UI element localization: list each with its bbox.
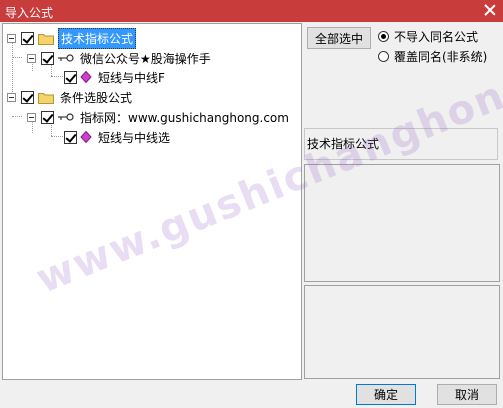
gem-icon (80, 131, 92, 143)
tree-node-label: 条件选股公式 (60, 90, 133, 105)
checkbox[interactable] (41, 51, 54, 65)
key-icon (58, 113, 74, 121)
tree-node-short-mid-f[interactable]: 短线与中线F (59, 68, 167, 86)
tree-line (12, 116, 22, 117)
tree-node-label: 微信公众号★股海操作手 (80, 51, 211, 66)
checkbox[interactable] (21, 90, 34, 104)
checkbox[interactable] (64, 130, 77, 144)
tree-node-label: 技术指标公式 (58, 27, 137, 49)
close-icon[interactable] (483, 3, 497, 17)
window-title: 导入公式 (5, 6, 54, 20)
tree-node-short-mid-select[interactable]: 短线与中线选 (59, 128, 172, 146)
tree-node-label: 短线与中线选 (98, 130, 171, 145)
gem-icon (80, 71, 92, 83)
radio-overwrite[interactable]: 覆盖同名(非系统) (378, 48, 487, 65)
tree-line (12, 57, 22, 58)
collapse-icon[interactable] (27, 53, 36, 63)
folder-icon (38, 92, 54, 104)
formula-type-label: 技术指标公式 (304, 128, 498, 160)
tree-node-wechat[interactable]: 微信公众号★股海操作手 (27, 49, 213, 67)
description-panel (304, 164, 500, 282)
checkbox[interactable] (41, 110, 54, 124)
confirm-button[interactable]: 确定 (356, 384, 416, 405)
checkbox[interactable] (21, 31, 34, 45)
tree-node-label: 指标网：www.gushichanghong.com (80, 110, 289, 125)
radio-dot[interactable] (378, 31, 389, 42)
title-bar: 导入公式 (0, 0, 503, 22)
radio-skip-duplicates[interactable]: 不导入同名公式 (378, 28, 478, 45)
cancel-button[interactable]: 取消 (437, 384, 497, 405)
radio-label: 不导入同名公式 (394, 30, 479, 44)
collapse-icon[interactable] (7, 33, 16, 43)
tree-node-label: 短线与中线F (98, 70, 165, 85)
tree-node-screening[interactable]: 条件选股公式 (7, 88, 134, 106)
tree-node-tech-indicators[interactable]: 技术指标公式 (7, 27, 137, 49)
collapse-icon[interactable] (7, 92, 16, 102)
select-all-button[interactable]: 全部选中 (307, 27, 371, 49)
tree-node-website[interactable]: 指标网：www.gushichanghong.com (27, 108, 291, 126)
radio-label: 覆盖同名(非系统) (394, 50, 488, 64)
details-panel (304, 285, 500, 379)
checkbox[interactable] (64, 70, 77, 84)
collapse-icon[interactable] (27, 112, 36, 122)
key-icon (58, 54, 74, 62)
radio-dot[interactable] (378, 51, 389, 62)
folder-icon (38, 33, 54, 45)
formula-tree[interactable]: 技术指标公式 微信公众号★股海操作手 短线与中线F 条件选股公式 指标网：www… (2, 23, 302, 380)
